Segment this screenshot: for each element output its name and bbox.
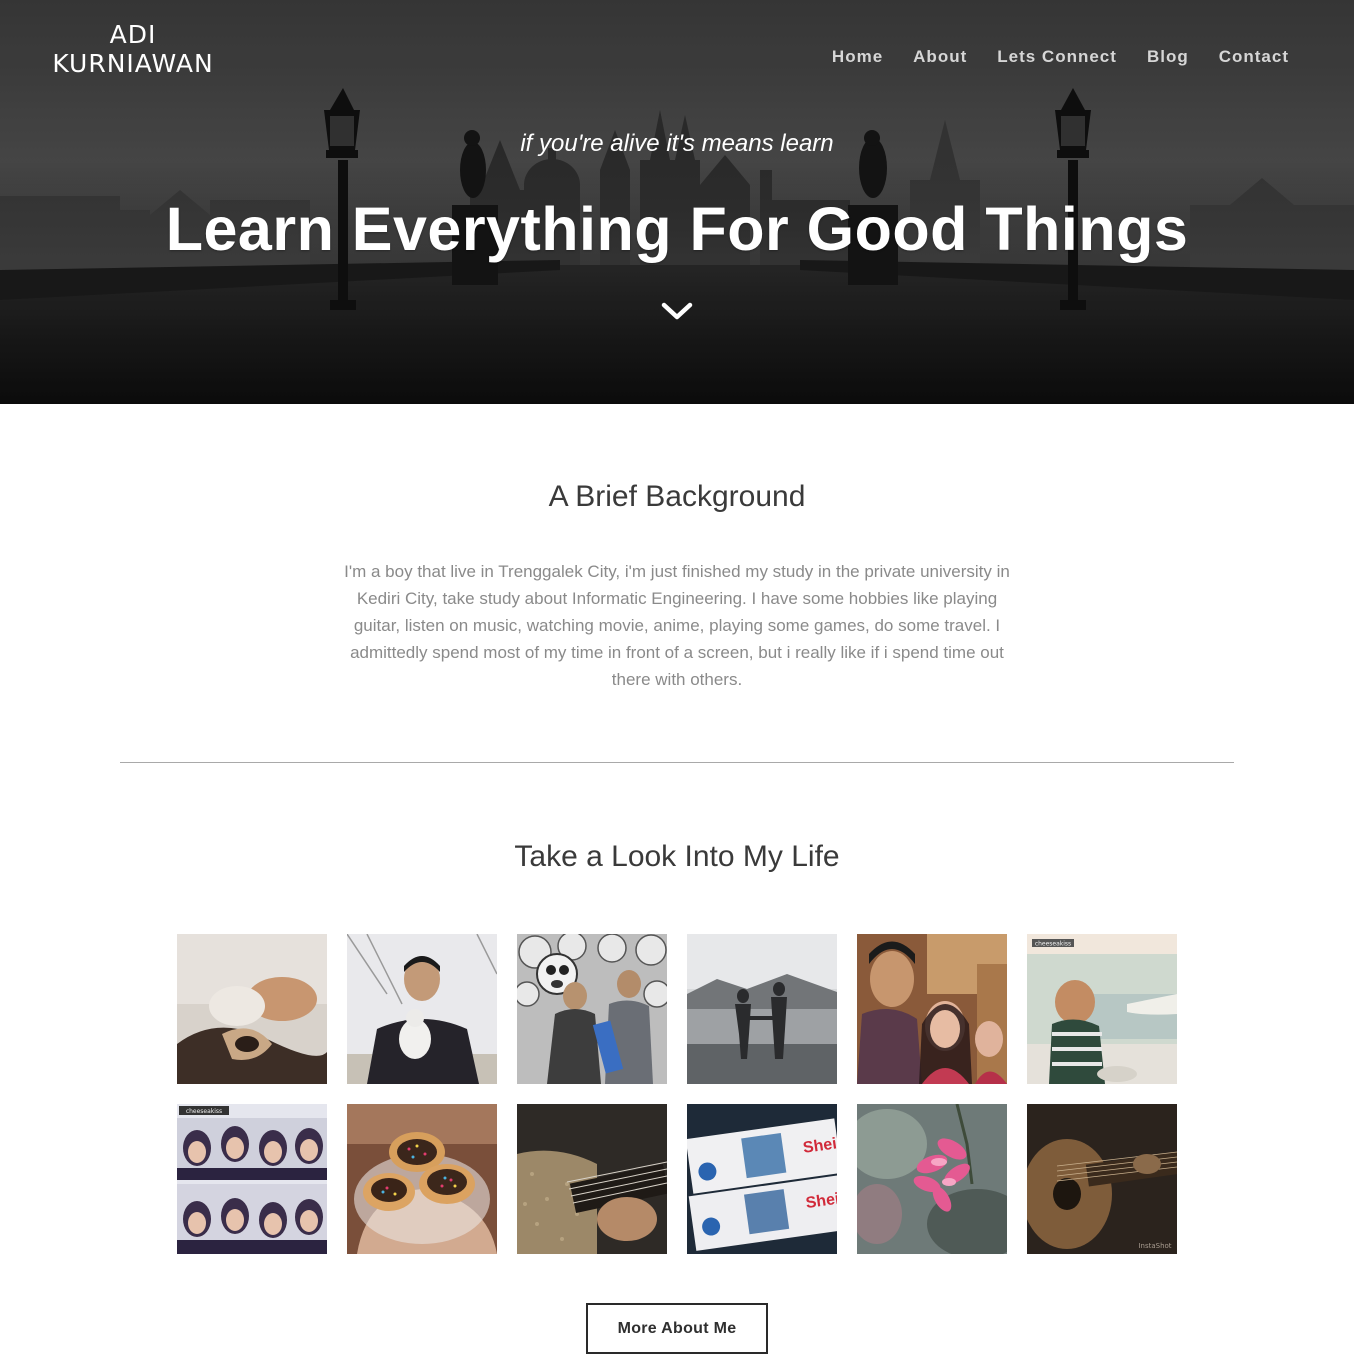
concert-tickets-image: Sheila Sheila [687, 1104, 837, 1254]
gallery-photo[interactable]: cheeseakiss [1027, 934, 1177, 1084]
gallery-photo[interactable] [687, 934, 837, 1084]
hero-header: ADI KURNIAWAN Home About Lets Connect Bl… [0, 0, 1354, 404]
donuts-image [347, 1104, 497, 1254]
couple-at-beach-image [687, 934, 837, 1084]
acoustic-guitar-image: InstaShot [1027, 1104, 1177, 1254]
nav-link-contact[interactable]: Contact [1204, 44, 1304, 70]
kittens-on-blanket-image [177, 934, 327, 1084]
site-logo[interactable]: ADI KURNIAWAN [44, 20, 222, 78]
photo-watermark: InstaShot [1138, 1242, 1171, 1250]
photo-watermark: cheeseakiss [186, 1108, 222, 1115]
nav-link-about[interactable]: About [898, 44, 982, 70]
baby-laughing-image: cheeseakiss [1027, 934, 1177, 1084]
gallery-photo[interactable] [347, 934, 497, 1084]
about-text: I'm a boy that live in Trenggalek City, … [344, 562, 1010, 689]
chevron-down-icon[interactable] [660, 298, 694, 324]
nav-link-blog[interactable]: Blog [1132, 44, 1204, 70]
gallery-photo[interactable] [857, 934, 1007, 1084]
hero-headline: Learn Everything For Good Things [165, 195, 1189, 263]
gallery-photo[interactable] [517, 934, 667, 1084]
gallery-photo[interactable] [177, 934, 327, 1084]
hero-tagline: if you're alive it's means learn [520, 130, 834, 157]
photo-gallery: cheeseakiss cheeseakiss Sheila Sheila In… [177, 934, 1177, 1254]
ukulele-image [517, 1104, 667, 1254]
pink-flowers-image [857, 1104, 1007, 1254]
nav-link-home[interactable]: Home [817, 44, 898, 70]
photobooth-collage-image: cheeseakiss [177, 1104, 327, 1254]
selfie-with-girls-image [857, 934, 1007, 1084]
brand-line-2: KURNIAWAN [52, 49, 214, 78]
gallery-photo[interactable] [517, 1104, 667, 1254]
friends-emoji-wall-image [517, 934, 667, 1084]
gallery-photo[interactable] [857, 1104, 1007, 1254]
gallery-photo[interactable] [347, 1104, 497, 1254]
gallery-photo[interactable]: cheeseakiss [177, 1104, 327, 1254]
gallery-photo[interactable]: Sheila Sheila [687, 1104, 837, 1254]
man-holding-cat-image [347, 934, 497, 1084]
gallery-photo[interactable]: InstaShot [1027, 1104, 1177, 1254]
main-nav: Home About Lets Connect Blog Contact [817, 44, 1304, 70]
gallery-section-title: Take a Look Into My Life [514, 840, 840, 873]
more-about-me-button[interactable]: More About Me [586, 1303, 768, 1354]
section-divider [120, 762, 1234, 763]
nav-link-lets-connect[interactable]: Lets Connect [982, 44, 1132, 70]
about-section-title: A Brief Background [548, 480, 806, 513]
photo-watermark: cheeseakiss [1035, 941, 1071, 948]
brand-line-1: ADI [109, 20, 157, 49]
